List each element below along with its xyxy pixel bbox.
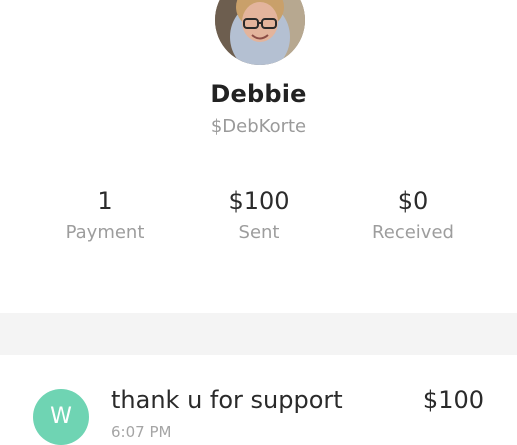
stat-sent-value: $100 <box>228 187 290 215</box>
activity-title: thank u for support <box>111 386 343 414</box>
stat-received-label: Received <box>372 222 454 243</box>
avatar-photo-icon <box>215 0 305 65</box>
activity-row[interactable]: W thank u for support 6:07 PM $100 <box>0 355 517 445</box>
activity-amount: $100 <box>422 386 484 414</box>
profile-cashtag: $DebKorte <box>210 116 307 137</box>
stat-payments: 1 Payment <box>25 185 185 249</box>
stat-received-value: $0 <box>397 187 429 215</box>
stat-sent-label: Sent <box>238 222 280 243</box>
stat-received: $0 Received <box>333 185 493 249</box>
profile-name: Debbie <box>210 80 307 108</box>
profile-stats: 1 Payment $100 Sent $0 Received <box>0 185 517 255</box>
activity-avatar: W <box>33 389 89 445</box>
section-divider <box>0 313 517 355</box>
stat-payments-label: Payment <box>65 222 145 243</box>
profile-header: Debbie $DebKorte 1 Payment $100 Sent $0 … <box>0 0 517 313</box>
stat-sent: $100 Sent <box>179 185 339 249</box>
activity-time: 6:07 PM <box>111 423 172 441</box>
profile-avatar[interactable] <box>215 0 305 65</box>
stat-payments-value: 1 <box>97 187 113 215</box>
